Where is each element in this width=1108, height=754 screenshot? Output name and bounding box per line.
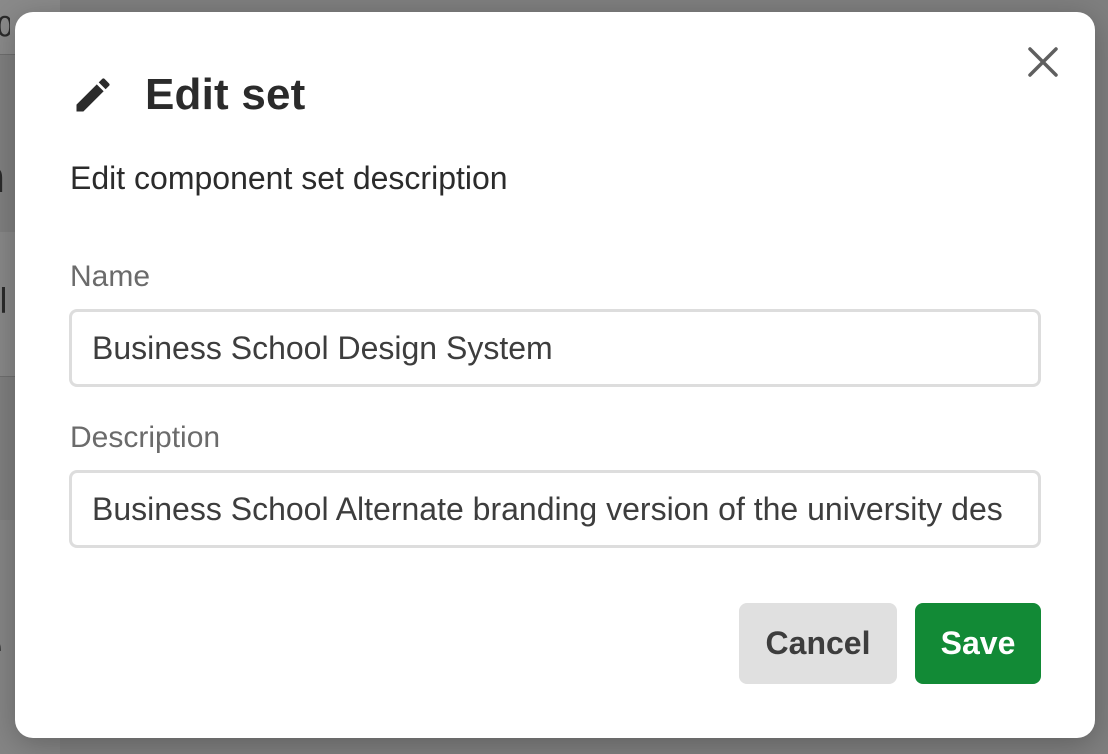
cancel-button[interactable]: Cancel [739,603,897,684]
edit-set-dialog: Edit set Edit component set description … [15,12,1095,738]
description-label: Description [70,421,221,454]
save-button[interactable]: Save [915,603,1041,684]
name-label: Name [70,260,151,293]
background-text-fragment: 0 [0,10,10,43]
dialog-subtitle: Edit component set description [70,160,508,196]
background-text-fragment: e [0,622,16,672]
dialog-title: Edit set [145,70,306,119]
name-input[interactable] [69,309,1041,387]
description-input[interactable] [69,470,1041,548]
close-icon [1028,47,1058,77]
pencil-icon [76,78,110,112]
close-button[interactable] [1027,46,1059,78]
dialog-header: Edit set [71,70,306,120]
